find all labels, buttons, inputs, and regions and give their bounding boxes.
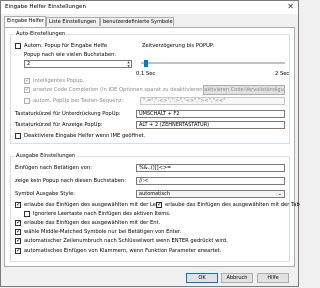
output-settings-title: Ausgabe Einstellungen <box>15 153 77 159</box>
auto-brackets-label: automatisches Einfügen von Klammern, wen… <box>24 248 222 254</box>
suppress-shortcut-value: UMSCHALT + F2 <box>139 111 180 117</box>
title-bar: Eingabe Helfer Einstellungen ✕ <box>1 1 298 14</box>
slider-max-label: 2 Sec <box>275 71 290 77</box>
tab-liste-einstellungen[interactable]: Liste Einstellungen <box>46 17 100 26</box>
tab-benutzerdefinierte-symbole[interactable]: benutzerdefinierte Symbole <box>100 17 174 26</box>
close-icon[interactable]: ✕ <box>287 2 294 12</box>
no-popup-after-input[interactable]: //:< <box>136 177 285 185</box>
tab-sequence-input[interactable]: ":=",":<>",":>","<>","><","<<" <box>140 97 285 105</box>
cancel-button[interactable]: Abbruch <box>221 273 253 283</box>
auto-settings-title: Auto-Einstellungen <box>15 31 67 37</box>
tab-panel: Auto-Einstellungen Autom. Popup für Eing… <box>4 27 300 267</box>
middle-matched-label: wähle Middle-Matched Symbole nur bei Bet… <box>24 229 182 235</box>
replace-completion-checkbox[interactable] <box>24 86 30 94</box>
chars-label: Popup nach wie vielen Buchstaben: <box>24 52 117 58</box>
chars-input[interactable]: 2 <box>24 60 132 68</box>
deactivate-ime-checkbox[interactable] <box>15 133 21 139</box>
symbol-style-value: automatisch <box>139 191 171 197</box>
intelligent-popup-checkbox[interactable] <box>24 77 30 85</box>
ignore-space-checkbox[interactable] <box>24 211 30 217</box>
replace-completion-label: ersetze Code Completion (in IDE Optionen… <box>33 87 205 93</box>
chars-value: 2 <box>27 61 31 67</box>
allow-tab-checkbox[interactable] <box>156 201 162 209</box>
tab-sequence-label: autom. PopUp bei Tasten-Sequenz: <box>33 98 124 104</box>
insert-after-input[interactable]: %&.,()[]<>= <box>136 164 285 172</box>
delay-slider[interactable] <box>141 62 285 64</box>
tab-sequence-value: ":=",":<>",":>","<>","><","<<" <box>143 98 226 104</box>
auto-newline-label: automatischer Zeilenumbruch nach Schlüss… <box>24 238 228 244</box>
tab-sequence-checkbox[interactable] <box>24 98 30 104</box>
show-shortcut-input[interactable]: ALT + 2 (ZEHNERTASTATUR) <box>136 121 285 129</box>
show-shortcut-value: ALT + 2 (ZEHNERTASTATUR) <box>139 122 210 128</box>
delay-label: Zeitverzögerung bis POPUP: <box>142 43 215 49</box>
allow-enter-label: erlaube das Einfügen des ausgewählten mi… <box>24 220 161 226</box>
insert-after-label: Einfügen nach Betätigen von: <box>15 165 92 171</box>
symbol-style-label: Symbol Ausgabe Style: <box>15 191 75 197</box>
allow-space-label: erlaube das Einfügen des ausgewählten mi… <box>24 202 162 208</box>
allow-enter-checkbox[interactable] <box>15 219 21 227</box>
deactivate-ime-label: Deaktiviere Eingabe Helfer wenn IME geöf… <box>24 133 146 139</box>
insert-after-value: %&.,()[]<>= <box>139 165 172 171</box>
auto-popup-label: Autom. Popup für Eingabe Helfe <box>24 43 108 49</box>
activate-completion-button[interactable]: aktivieren Code-Vervollständigu <box>203 85 285 95</box>
auto-newline-checkbox[interactable] <box>15 237 21 245</box>
suppress-shortcut-input[interactable]: UMSCHALT + F2 <box>136 110 285 118</box>
delay-slider-thumb[interactable] <box>144 60 148 67</box>
chars-stepper[interactable]: ▲ ▼ <box>126 60 131 68</box>
chevron-down-icon: ⌄ <box>277 191 282 197</box>
settings-window: Eingabe Helfer Einstellungen ✕ Eingabe H… <box>0 0 300 287</box>
middle-matched-checkbox[interactable] <box>15 228 21 236</box>
auto-popup-checkbox[interactable] <box>15 43 21 49</box>
ignore-space-label: Ignoriere Leertaste nach Einfügen des ak… <box>33 211 171 217</box>
ok-button[interactable]: OK <box>186 273 218 283</box>
allow-tab-label: erlaube das Einfügen des ausgewählten mi… <box>165 202 300 208</box>
allow-space-checkbox[interactable] <box>15 201 21 209</box>
no-popup-after-value: //:< <box>139 178 149 184</box>
help-button[interactable]: Hilfe <box>257 273 289 283</box>
symbol-style-select[interactable]: automatisch ⌄ <box>136 190 285 198</box>
window-title: Eingabe Helfer Einstellungen <box>5 4 86 10</box>
show-shortcut-label: Tastaturkürzel für Anzeige PopUp: <box>15 122 103 128</box>
intelligent-popup-label: Intelligentes Popup. <box>33 78 85 84</box>
slider-min-label: 0.1 Sec <box>136 71 156 77</box>
auto-brackets-checkbox[interactable] <box>15 247 21 255</box>
suppress-shortcut-label: Tastaturkürzel für Unterdrückung PopUp: <box>15 111 121 117</box>
tab-eingabe-helfer[interactable]: Eingabe Helfer <box>4 16 46 27</box>
no-popup-after-label: zeige kein Popup nach diesen Buchstaben: <box>15 178 126 184</box>
